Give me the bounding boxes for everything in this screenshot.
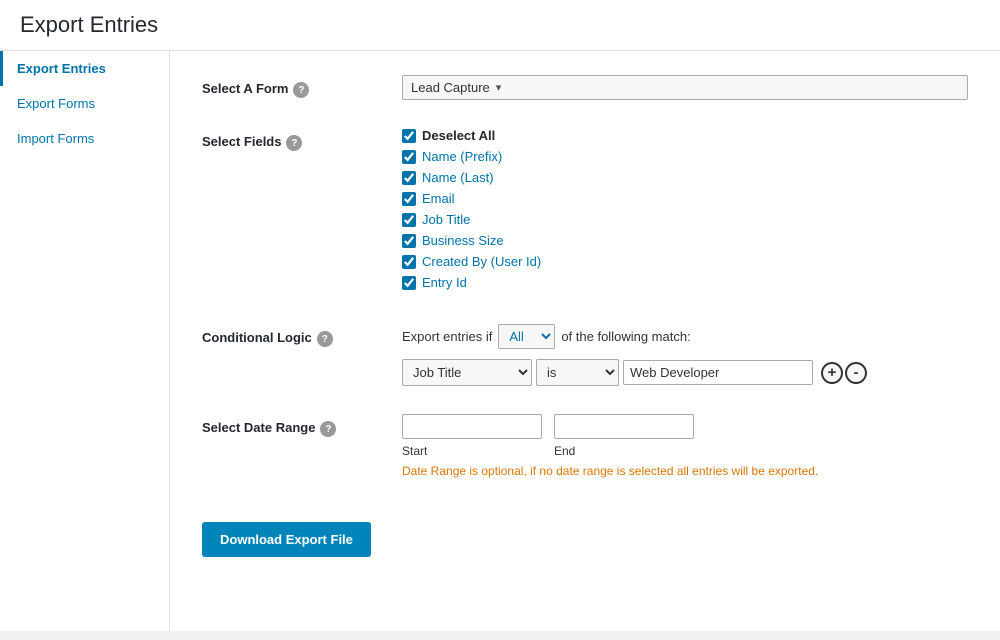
field-name-last: Name (Last) <box>402 170 968 185</box>
download-export-file-button[interactable]: Download Export File <box>202 522 371 557</box>
conditional-logic-row: Conditional Logic ? Export entries if Al… <box>202 324 968 386</box>
checkbox-email[interactable] <box>402 192 416 206</box>
form-dropdown-value: Lead Capture <box>411 80 490 95</box>
field-job-title: Job Title <box>402 212 968 227</box>
date-range-label: Select Date Range ? <box>202 414 402 437</box>
end-date-label: End <box>554 444 694 458</box>
filter-row: Job Title Name (Prefix) Name (Last) Emai… <box>402 359 968 386</box>
sidebar-item-export-entries[interactable]: Export Entries <box>0 51 169 86</box>
filter-operator-select[interactable]: is is not contains <box>536 359 619 386</box>
checkbox-deselect-all[interactable] <box>402 129 416 143</box>
field-entry-id: Entry Id <box>402 275 968 290</box>
select-fields-label: Select Fields ? <box>202 128 402 151</box>
add-remove-buttons: + - <box>821 362 867 384</box>
of-following-match-text: of the following match: <box>561 329 690 344</box>
date-range-control: Start End Date Range is optional, if no … <box>402 414 968 478</box>
download-section: Download Export File <box>202 506 968 557</box>
select-form-label: Select A Form ? <box>202 75 402 98</box>
sidebar-item-import-forms[interactable]: Import Forms <box>0 121 169 156</box>
select-fields-row: Select Fields ? Deselect All Name (Prefi… <box>202 128 968 296</box>
export-entries-if-text: Export entries if <box>402 329 492 344</box>
filter-field-select[interactable]: Job Title Name (Prefix) Name (Last) Emai… <box>402 359 532 386</box>
chevron-down-icon: ▾ <box>496 81 502 94</box>
main-content: Select A Form ? Lead Capture ▾ Select Fi… <box>170 51 1000 631</box>
sidebar-item-export-forms[interactable]: Export Forms <box>0 86 169 121</box>
start-date-label: Start <box>402 444 542 458</box>
field-email: Email <box>402 191 968 206</box>
date-range-help-icon[interactable]: ? <box>320 421 336 437</box>
end-date-col: End <box>554 414 694 458</box>
form-dropdown[interactable]: Lead Capture ▾ <box>402 75 968 100</box>
field-deselect-all: Deselect All <box>402 128 968 143</box>
field-created-by: Created By (User Id) <box>402 254 968 269</box>
date-range-row: Select Date Range ? Start End Date Range… <box>202 414 968 478</box>
date-range-note: Date Range is optional, if no date range… <box>402 464 968 478</box>
end-date-input[interactable] <box>554 414 694 439</box>
conditional-logic-help-icon[interactable]: ? <box>317 331 333 347</box>
checkbox-business-size[interactable] <box>402 234 416 248</box>
field-business-size: Business Size <box>402 233 968 248</box>
checkbox-name-last[interactable] <box>402 171 416 185</box>
checkbox-created-by[interactable] <box>402 255 416 269</box>
add-condition-button[interactable]: + <box>821 362 843 384</box>
page-title: Export Entries <box>0 0 1000 51</box>
checkbox-name-prefix[interactable] <box>402 150 416 164</box>
sidebar: Export Entries Export Forms Import Forms <box>0 51 170 631</box>
select-form-help-icon[interactable]: ? <box>293 82 309 98</box>
start-date-col: Start <box>402 414 542 458</box>
fields-checkbox-list: Deselect All Name (Prefix) Name (Last) E… <box>402 128 968 290</box>
checkbox-job-title[interactable] <box>402 213 416 227</box>
field-name-prefix: Name (Prefix) <box>402 149 968 164</box>
checkbox-entry-id[interactable] <box>402 276 416 290</box>
condition-expression-row: Export entries if All Any of the followi… <box>402 324 968 349</box>
start-date-input[interactable] <box>402 414 542 439</box>
conditional-logic-label: Conditional Logic ? <box>202 324 402 347</box>
select-fields-control: Deselect All Name (Prefix) Name (Last) E… <box>402 128 968 296</box>
condition-operator-select[interactable]: All Any <box>498 324 555 349</box>
conditional-logic-control: Export entries if All Any of the followi… <box>402 324 968 386</box>
select-form-row: Select A Form ? Lead Capture ▾ <box>202 75 968 100</box>
remove-condition-button[interactable]: - <box>845 362 867 384</box>
filter-value-input[interactable] <box>623 360 813 385</box>
select-fields-help-icon[interactable]: ? <box>286 135 302 151</box>
date-inputs-row: Start End <box>402 414 968 458</box>
select-form-control: Lead Capture ▾ <box>402 75 968 100</box>
